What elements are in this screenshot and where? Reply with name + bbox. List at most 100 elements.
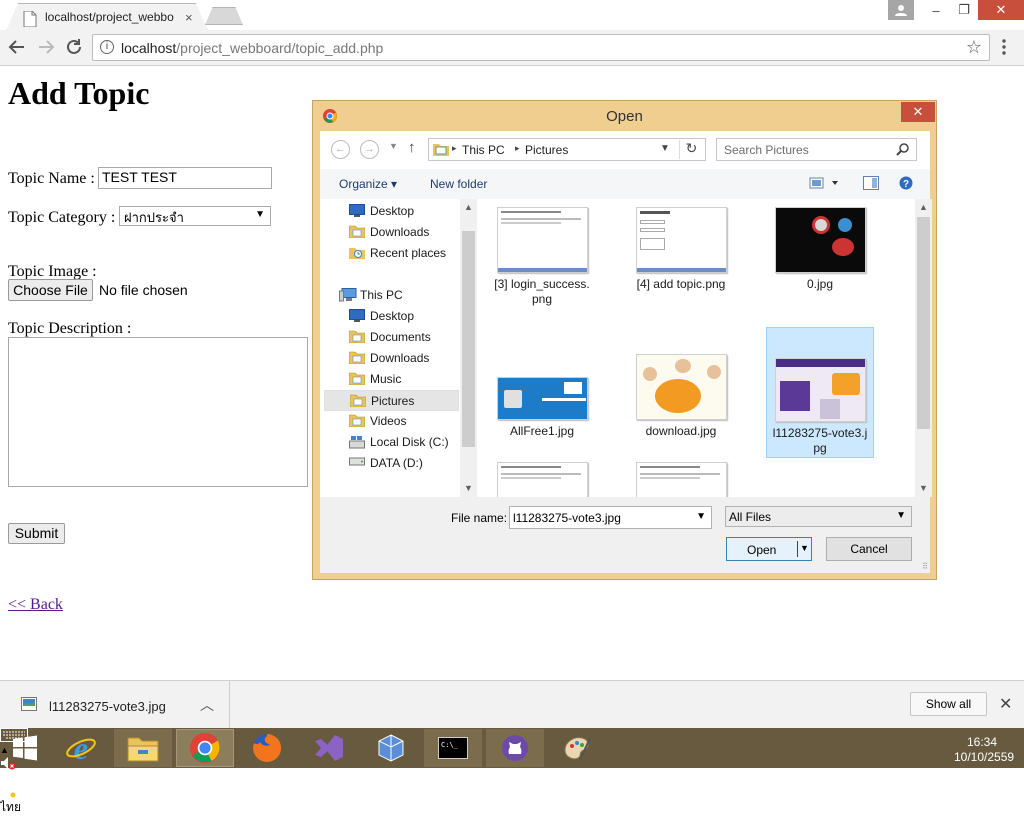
file-item[interactable]: [4] add topic.png	[627, 207, 735, 292]
minimize-button[interactable]: –	[922, 0, 950, 20]
file-name-label: File name:	[451, 511, 508, 525]
desktop-icon	[349, 204, 365, 217]
cancel-button[interactable]: Cancel	[826, 537, 912, 561]
taskbar-paint[interactable]	[548, 729, 606, 767]
nav-item-label: Music	[370, 372, 402, 386]
help-icon[interactable]: ?	[899, 176, 913, 190]
topic-description-textarea[interactable]	[8, 337, 308, 487]
dialog-titlebar[interactable]: Open ✕	[313, 101, 936, 131]
file-item[interactable]: AllFree1.jpg	[488, 354, 596, 439]
nav-item-pictures[interactable]: Pictures	[324, 390, 459, 411]
preview-pane-icon[interactable]	[863, 176, 879, 190]
restore-button[interactable]: ❐	[950, 0, 978, 20]
file-item[interactable]	[488, 462, 596, 497]
bookmark-star-icon[interactable]: ☆	[966, 37, 982, 58]
forward-arrow-icon[interactable]	[37, 38, 55, 56]
choose-file-button[interactable]: Choose File	[8, 279, 93, 301]
clock-time[interactable]: 16:34	[967, 735, 997, 749]
nav-item-desktop[interactable]: Desktop	[324, 306, 459, 327]
nav-item-this-pc[interactable]: This PC	[324, 285, 459, 306]
action-center-flag-icon[interactable]	[0, 770, 1024, 784]
nav-item-videos[interactable]: Videos	[324, 411, 459, 432]
nav-item-data-d[interactable]: DATA (D:)	[324, 453, 459, 474]
taskbar-file-explorer[interactable]	[114, 729, 172, 767]
start-button[interactable]	[0, 729, 50, 767]
browser-tab-active[interactable]: localhost/project_webbo ×	[6, 3, 208, 31]
breadcrumb-this-pc[interactable]: This PC	[462, 143, 505, 157]
dialog-back-icon[interactable]: ←	[331, 140, 350, 159]
download-item[interactable]: l11283275-vote3.jpg ︿	[0, 681, 230, 728]
taskbar-firefox[interactable]	[238, 729, 296, 767]
scroll-up-icon[interactable]: ▲	[464, 202, 473, 212]
input-language[interactable]: ไทย	[0, 800, 21, 814]
search-input[interactable]: Search Pictures	[716, 138, 917, 161]
submit-button[interactable]: Submit	[8, 523, 65, 544]
chrome-menu-icon[interactable]	[1002, 39, 1006, 55]
file-item[interactable]	[627, 462, 735, 497]
window-close-button[interactable]: ✕	[978, 0, 1024, 20]
change-view-icon[interactable]	[809, 176, 841, 190]
tab-close-icon[interactable]: ×	[185, 10, 193, 25]
scroll-up-icon[interactable]: ▲	[919, 202, 928, 212]
open-file-dialog: Open ✕ ← → ▼ ↑ ▸ This PC ▸ Pictures ▼ ↻ …	[312, 100, 937, 580]
scrollbar-thumb[interactable]	[917, 217, 930, 429]
refresh-icon[interactable]: ↻	[679, 140, 703, 159]
nav-item-downloads[interactable]: Downloads	[324, 348, 459, 369]
breadcrumb-dropdown-icon[interactable]: ▼	[660, 143, 670, 154]
scroll-down-icon[interactable]: ▼	[464, 483, 473, 493]
breadcrumb[interactable]: ▸ This PC ▸ Pictures ▼ ↻	[428, 138, 706, 161]
file-item[interactable]: 0.jpg	[766, 207, 874, 292]
download-file-name: l11283275-vote3.jpg	[49, 699, 166, 714]
taskbar-visual-studio[interactable]	[300, 729, 358, 767]
resize-grip-icon[interactable]: ⠿	[922, 562, 928, 571]
nav-item-local-disk-c[interactable]: Local Disk (C:)	[324, 432, 459, 453]
page-info-icon[interactable]: i	[100, 40, 114, 54]
back-arrow-icon[interactable]	[8, 38, 26, 56]
file-thumbnail	[635, 462, 727, 497]
videos-folder-icon	[349, 414, 365, 427]
back-link[interactable]: << Back	[8, 596, 63, 614]
chevron-up-icon[interactable]: ︿	[200, 695, 214, 715]
up-folder-icon[interactable]: ↑	[408, 139, 416, 156]
topic-category-select[interactable]: ฝากประจำ ▼	[119, 206, 271, 226]
file-name-input[interactable]: l11283275-vote3.jpg ▼	[509, 506, 712, 529]
network-icon[interactable]	[0, 784, 1024, 798]
downloads-close-icon[interactable]: ✕	[999, 694, 1012, 714]
file-list-scrollbar[interactable]: ▲ ▼	[915, 199, 932, 497]
file-item[interactable]: l11283275-vote3.jpg	[766, 327, 874, 458]
reload-icon[interactable]	[65, 38, 83, 56]
nav-item-recent-places[interactable]: Recent places	[324, 243, 459, 264]
navigation-pane-scrollbar[interactable]: ▲ ▼	[460, 199, 477, 497]
nav-item-music[interactable]: Music	[324, 369, 459, 390]
show-all-button[interactable]: Show all	[910, 692, 987, 716]
nav-item-desktop[interactable]: Desktop	[324, 201, 459, 222]
dropdown-arrow-icon[interactable]: ▼	[696, 511, 706, 522]
nav-item-downloads[interactable]: Downloads	[324, 222, 459, 243]
new-tab-button[interactable]	[205, 7, 243, 25]
file-type-select[interactable]: All Files ▼	[725, 506, 912, 527]
open-button[interactable]: Open ▼	[726, 537, 812, 561]
downloads-bar: l11283275-vote3.jpg ︿ Show all ✕	[0, 680, 1024, 728]
browser-toolbar: i localhost/project_webboard/topic_add.p…	[0, 30, 1024, 66]
address-bar[interactable]: i localhost/project_webboard/topic_add.p…	[92, 34, 990, 61]
organize-button[interactable]: Organize ▾	[339, 177, 397, 191]
dialog-close-button[interactable]: ✕	[901, 102, 935, 122]
taskbar-chrome[interactable]	[176, 729, 234, 767]
taskbar-virtualbox[interactable]	[362, 729, 420, 767]
taskbar-internet-explorer[interactable]: e	[52, 729, 110, 767]
recent-locations-icon[interactable]: ▼	[389, 141, 398, 151]
file-item[interactable]: [3] login_success.png	[488, 207, 596, 307]
taskbar-github[interactable]	[486, 729, 544, 767]
user-profile-icon[interactable]	[888, 0, 914, 20]
open-options-dropdown-icon[interactable]: ▼	[800, 543, 809, 553]
new-folder-button[interactable]: New folder	[430, 177, 487, 191]
topic-name-input[interactable]: TEST TEST	[98, 167, 272, 189]
taskbar-command-prompt[interactable]: C:\_	[424, 729, 482, 767]
nav-item-documents[interactable]: Documents	[324, 327, 459, 348]
breadcrumb-pictures[interactable]: Pictures	[525, 143, 568, 157]
dialog-forward-icon[interactable]: →	[360, 140, 379, 159]
file-item[interactable]: download.jpg	[627, 354, 735, 439]
clock-date[interactable]: 10/10/2559	[954, 750, 1014, 764]
scrollbar-thumb[interactable]	[462, 231, 475, 447]
scroll-down-icon[interactable]: ▼	[919, 483, 928, 493]
